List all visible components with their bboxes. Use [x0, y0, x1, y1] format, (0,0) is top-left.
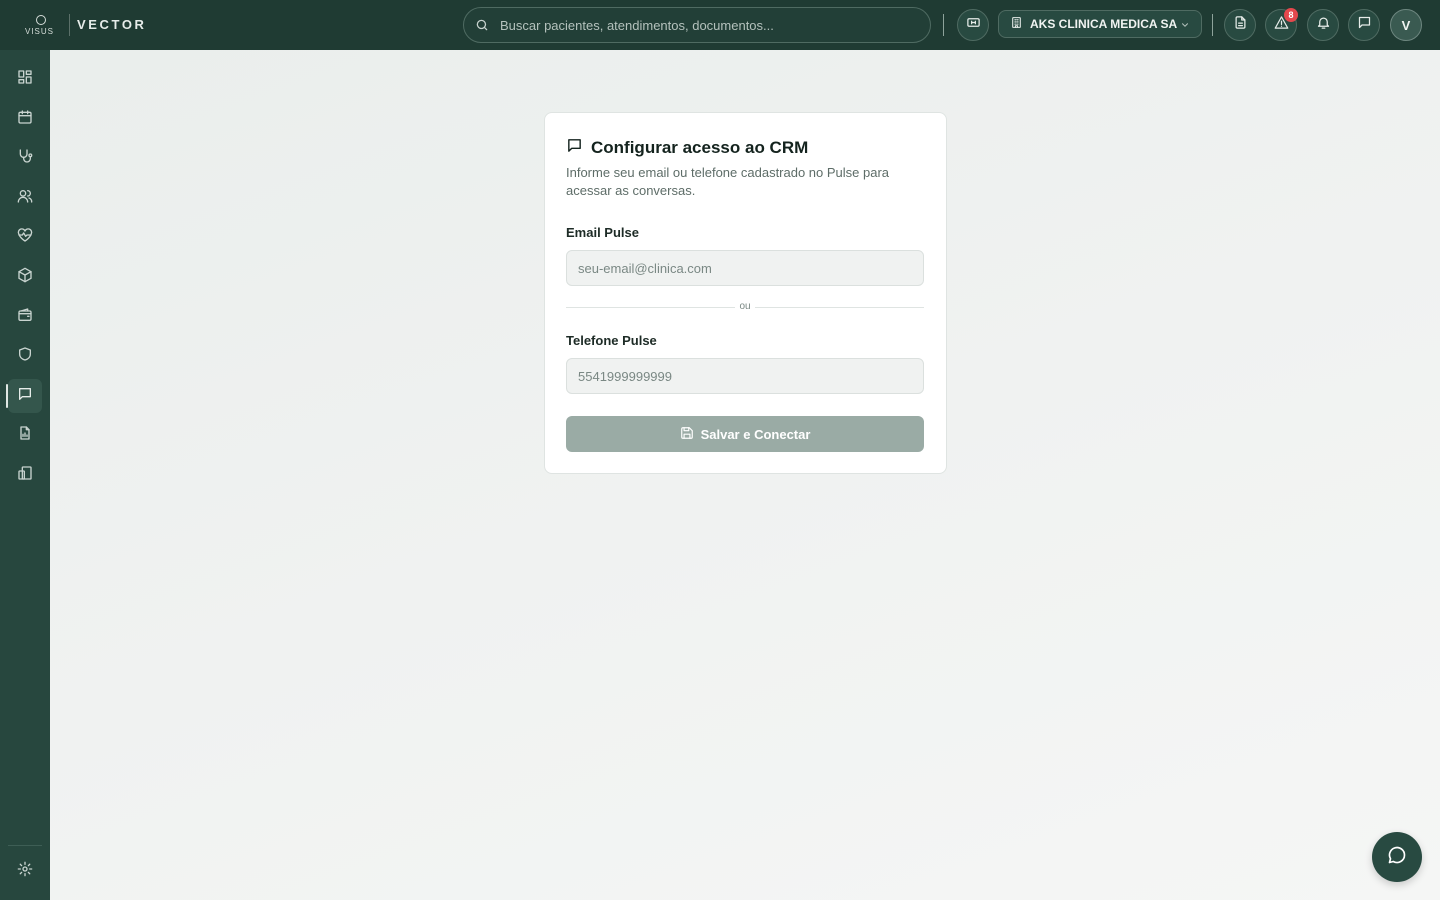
- brand-divider: [69, 14, 70, 36]
- dashboard-icon: [17, 69, 33, 90]
- search-icon: [475, 18, 489, 37]
- card-title: Configurar acesso ao CRM: [591, 138, 809, 157]
- sidebar: [0, 50, 50, 900]
- sidebar-item-devices[interactable]: [8, 458, 42, 492]
- phone-label: Telefone Pulse: [566, 333, 657, 348]
- message-icon: [1357, 15, 1372, 35]
- bell-icon: [1316, 15, 1331, 35]
- stethoscope-icon: [17, 148, 33, 169]
- sidebar-item-appointments[interactable]: [8, 141, 42, 175]
- chevron-down-icon: [1180, 19, 1190, 33]
- sidebar-item-dashboard[interactable]: [8, 62, 42, 96]
- alerts-badge: 8: [1284, 8, 1298, 22]
- calendar-icon: [17, 109, 33, 130]
- wallet-icon: [17, 307, 33, 328]
- heart-pulse-icon: [17, 227, 33, 248]
- or-divider-text: ou: [735, 301, 755, 312]
- users-icon: [17, 188, 33, 209]
- chat-bubble-icon: [1387, 845, 1407, 870]
- clinic-name: AKS CLINICA MEDICA SA: [1030, 17, 1178, 31]
- card-description: Informe seu email ou telefone cadastrado…: [566, 165, 890, 198]
- user-avatar[interactable]: V: [1390, 9, 1422, 41]
- sidebar-item-finance[interactable]: [8, 300, 42, 334]
- chat-fab-button[interactable]: [1372, 832, 1422, 882]
- save-icon: [680, 426, 694, 443]
- documents-button[interactable]: [1224, 9, 1256, 41]
- building-icon: [1010, 16, 1023, 32]
- header-divider: [1212, 14, 1213, 36]
- message-icon: [17, 386, 33, 407]
- sidebar-item-patients[interactable]: [8, 181, 42, 215]
- product-name: VECTOR: [77, 17, 147, 32]
- sidebar-item-crm[interactable]: [6, 379, 42, 413]
- search-input[interactable]: [500, 8, 920, 42]
- sidebar-item-security[interactable]: [8, 339, 42, 373]
- global-search[interactable]: [463, 7, 931, 43]
- logo-ring-icon: [36, 15, 46, 25]
- phone-field[interactable]: [566, 358, 924, 394]
- card-header: Configurar acesso ao CRM: [566, 137, 808, 159]
- ticket-icon: [966, 15, 981, 35]
- email-label: Email Pulse: [566, 225, 639, 240]
- sidebar-item-settings[interactable]: [8, 854, 42, 888]
- devices-icon: [17, 465, 33, 486]
- notifications-button[interactable]: [1307, 9, 1339, 41]
- sidebar-divider: [8, 845, 42, 846]
- save-and-connect-button[interactable]: Salvar e Conectar: [566, 416, 924, 452]
- package-icon: [17, 267, 33, 288]
- message-icon: [566, 137, 583, 159]
- email-field[interactable]: [566, 250, 924, 286]
- top-bar: VISUS VECTOR AKS CLINICA MEDICA SA 8: [0, 0, 1440, 50]
- document-icon: [1233, 15, 1248, 35]
- messages-button[interactable]: [1348, 9, 1380, 41]
- logo-text: VISUS: [25, 27, 55, 36]
- report-icon: [17, 425, 33, 446]
- save-button-label: Salvar e Conectar: [700, 426, 811, 442]
- settings-icon: [17, 861, 33, 882]
- sidebar-item-calendar[interactable]: [8, 102, 42, 136]
- sidebar-item-inventory[interactable]: [8, 260, 42, 294]
- clinic-selector[interactable]: AKS CLINICA MEDICA SA: [998, 10, 1202, 38]
- header-divider: [943, 14, 944, 36]
- sidebar-item-health[interactable]: [8, 220, 42, 254]
- visus-logo[interactable]: VISUS: [24, 13, 58, 39]
- ticket-button[interactable]: [957, 9, 989, 41]
- sidebar-item-reports[interactable]: [8, 418, 42, 452]
- shield-icon: [17, 346, 33, 367]
